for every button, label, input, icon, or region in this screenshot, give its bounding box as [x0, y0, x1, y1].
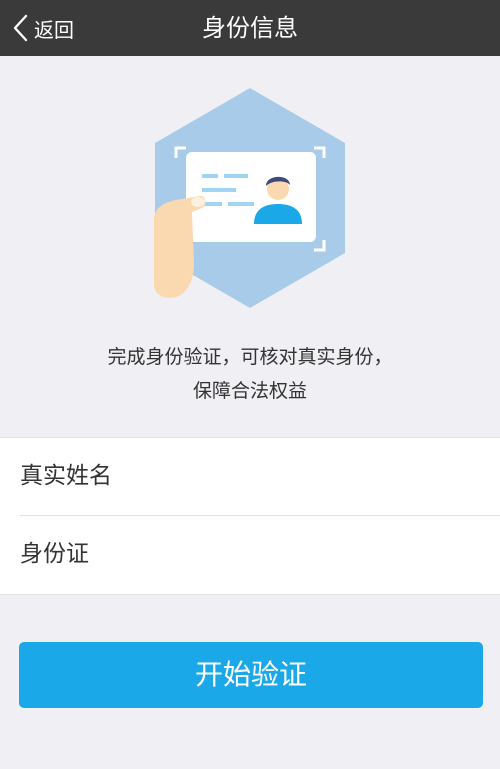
- description-line-2: 保障合法权益: [192, 380, 307, 402]
- page-title: 身份信息: [202, 14, 298, 42]
- id-card-row[interactable]: 身份证: [0, 516, 500, 593]
- id-card-label: 身份证: [20, 541, 89, 567]
- id-card-input[interactable]: [140, 536, 484, 576]
- real-name-input[interactable]: [140, 458, 484, 498]
- start-verification-button[interactable]: 开始验证: [19, 642, 483, 708]
- back-button[interactable]: 返回: [12, 0, 74, 56]
- back-label: 返回: [34, 17, 74, 42]
- identity-form: 真实姓名 身份证: [0, 437, 500, 595]
- description-line-1: 完成身份验证，可核对真实身份，: [107, 346, 393, 368]
- real-name-label: 真实姓名: [20, 463, 112, 489]
- real-name-row[interactable]: 真实姓名: [0, 438, 500, 515]
- chevron-left-icon: [12, 14, 28, 42]
- nav-bar: 返回 身份信息: [0, 0, 500, 56]
- id-card-hand-icon: [140, 88, 360, 308]
